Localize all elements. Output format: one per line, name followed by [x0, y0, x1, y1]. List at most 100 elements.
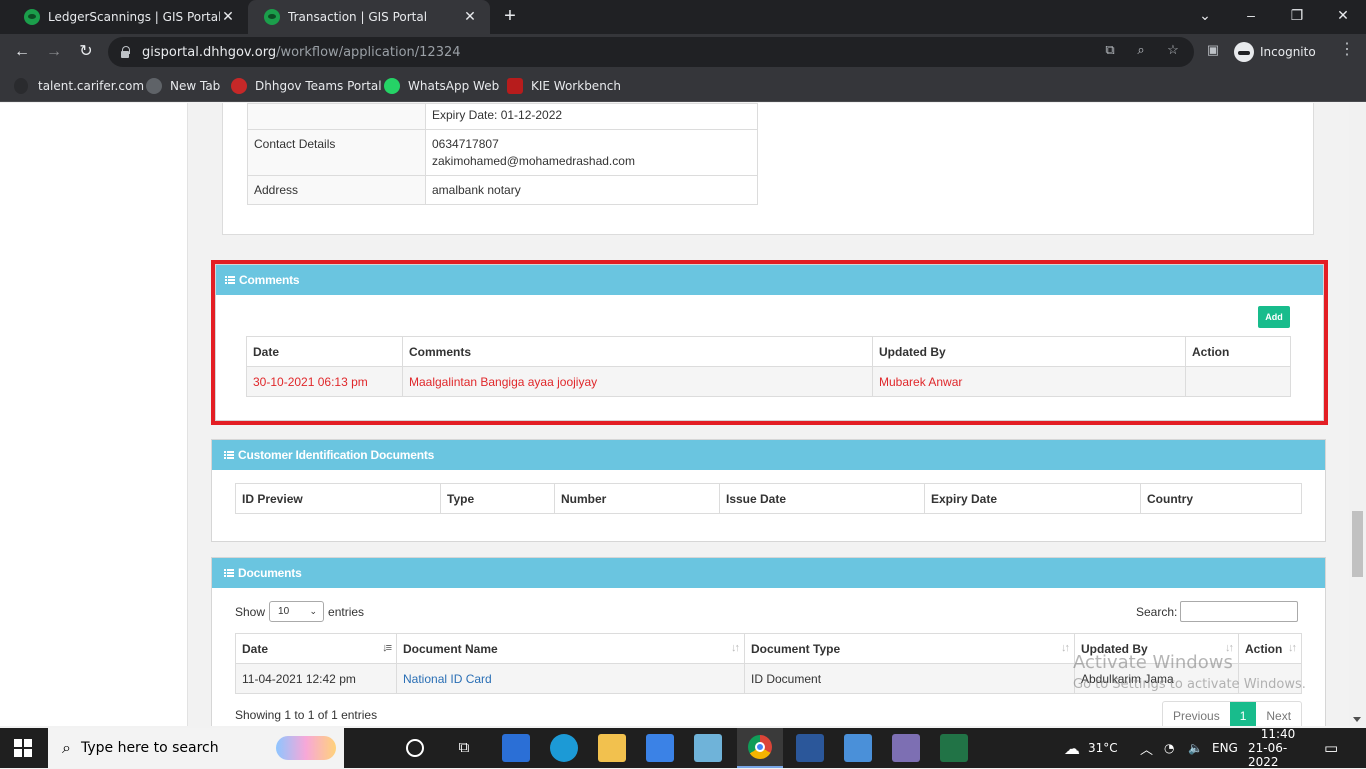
minimize-button[interactable]: –	[1228, 0, 1274, 34]
taskbar-search-box[interactable]: ⌕ Type here to search	[48, 728, 344, 768]
clock[interactable]: 11:40 21-06-2022	[1248, 727, 1308, 769]
bookmark-item[interactable]: KIE Workbench	[507, 76, 621, 96]
close-icon[interactable]: ✕	[220, 9, 236, 25]
column-label: Updated By	[1081, 641, 1148, 656]
bookmark-label: talent.carifer.com	[38, 79, 145, 93]
address-bar[interactable]: gisportal.dhhgov.org/workflow/applicatio…	[108, 37, 1194, 67]
chrome-taskbar-button[interactable]	[737, 728, 783, 768]
column-label: Action	[1245, 641, 1283, 656]
tab-search-icon[interactable]: ⌄	[1182, 0, 1228, 34]
forward-arrow-icon[interactable]: →	[42, 40, 66, 64]
column-header-document-type[interactable]: Document Type ↓↑	[744, 633, 1075, 664]
close-window-button[interactable]: ✕	[1320, 0, 1366, 34]
clock-time: 11:40	[1260, 727, 1296, 741]
weather-widget[interactable]: ☁ 31°C	[1064, 728, 1118, 768]
word-icon[interactable]	[796, 734, 824, 762]
applicant-details-table: Expiry Date: 01-12-2022 Contact Details …	[247, 103, 758, 205]
zoom-icon[interactable]: ⌕	[1132, 41, 1150, 59]
column-header[interactable]: Type	[440, 483, 555, 514]
cortana-icon[interactable]	[406, 739, 424, 757]
contact-details-label: Contact Details	[247, 129, 426, 176]
volume-icon[interactable]: 🔈	[1188, 728, 1203, 768]
task-view-icon[interactable]: ⧉	[454, 738, 474, 758]
bookmark-label: Dhhgov Teams Portal	[255, 79, 382, 93]
next-page-button[interactable]: Next	[1256, 702, 1301, 726]
document-type: ID Document	[744, 663, 1075, 694]
restore-button[interactable]: ❐	[1274, 0, 1320, 34]
sort-icon[interactable]: ↓↑	[1288, 642, 1297, 654]
back-arrow-icon[interactable]: ←	[10, 40, 34, 64]
mail-icon[interactable]	[502, 734, 530, 762]
browser-tab-active[interactable]: Transaction | GIS Portal ✕	[248, 0, 490, 34]
sort-icon[interactable]: ↓↑	[1061, 642, 1070, 654]
chevron-down-icon: ⌄	[309, 606, 318, 616]
bookmark-star-icon[interactable]: ☆	[1164, 41, 1182, 59]
tab-title: LedgerScannings | GIS Portal	[48, 10, 220, 24]
app-icon[interactable]	[694, 734, 722, 762]
column-header-action[interactable]: Action ↓↑	[1238, 633, 1302, 664]
document-name-link[interactable]: National ID Card	[396, 663, 745, 694]
side-panel-icon[interactable]: ▣	[1204, 41, 1222, 59]
file-explorer-icon[interactable]	[598, 734, 626, 762]
pagination: Previous 1 Next	[1162, 701, 1303, 726]
bookmark-label: WhatsApp Web	[408, 79, 500, 93]
bookmark-item[interactable]: WhatsApp Web	[384, 76, 499, 96]
column-header-document-name[interactable]: Document Name ↓↑	[396, 633, 745, 664]
incognito-profile[interactable]: Incognito	[1234, 39, 1316, 65]
column-header-updated-by[interactable]: Updated By ↓↑	[1074, 633, 1239, 664]
document-updated-by: Abdulkarim Jama	[1074, 663, 1239, 694]
close-icon[interactable]: ✕	[462, 9, 478, 25]
reload-icon[interactable]: ↻	[74, 40, 98, 64]
edge-icon[interactable]	[550, 734, 578, 762]
tab-title: Transaction | GIS Portal	[288, 10, 428, 24]
customer-id-documents-panel: Customer Identification Documents ID Pre…	[211, 439, 1326, 542]
network-icon[interactable]: ◔	[1164, 728, 1174, 768]
applicant-details-card: Expiry Date: 01-12-2022 Contact Details …	[222, 103, 1314, 235]
notification-icon[interactable]: ▭	[1324, 728, 1338, 768]
list-icon	[224, 568, 234, 578]
bookmark-item[interactable]: New Tab	[146, 76, 220, 96]
list-icon	[224, 450, 234, 460]
entries-select[interactable]: 10 ⌄	[269, 601, 325, 622]
bookmark-item[interactable]: Dhhgov Teams Portal	[231, 76, 382, 96]
document-date: 11-04-2021 12:42 pm	[235, 663, 397, 694]
documents-header: Documents	[212, 558, 1325, 588]
previous-page-button[interactable]: Previous	[1163, 702, 1230, 726]
column-header[interactable]: ID Preview	[235, 483, 441, 514]
sort-desc-icon[interactable]: ↓≡	[382, 642, 392, 654]
contact-details-value: 0634717807 zakimohamed@mohamedrashad.com	[425, 129, 758, 176]
scrollbar-thumb[interactable]	[1352, 511, 1363, 577]
whatsapp-icon	[384, 78, 400, 94]
sort-icon[interactable]: ↓↑	[1225, 642, 1234, 654]
search-input[interactable]	[1180, 601, 1299, 622]
column-header[interactable]: Number	[554, 483, 720, 514]
windows-start-icon[interactable]	[14, 739, 32, 757]
column-header[interactable]: Country	[1140, 483, 1302, 514]
page-1-button[interactable]: 1	[1229, 702, 1257, 726]
entries-length-control: Show 10 ⌄ entries	[235, 601, 364, 622]
store-icon[interactable]	[646, 734, 674, 762]
search-label: Search:	[1136, 604, 1178, 619]
browser-tab[interactable]: LedgerScannings | GIS Portal ✕	[8, 0, 248, 34]
lock-icon[interactable]	[120, 46, 130, 58]
panel-title: Customer Identification Documents	[238, 448, 435, 462]
tray-chevron-icon[interactable]: ︿	[1140, 728, 1153, 768]
translate-icon[interactable]: ⧉	[1101, 41, 1119, 59]
language-indicator[interactable]: ENG	[1212, 728, 1238, 768]
scroll-down-arrow-icon[interactable]	[1353, 717, 1361, 722]
documents-table: Date ↓≡ Document Name ↓↑ Document Type ↓↑ U…	[235, 633, 1302, 694]
column-header[interactable]: Expiry Date	[924, 483, 1141, 514]
more-menu-icon[interactable]: ⋮	[1338, 41, 1356, 59]
excel-icon[interactable]	[940, 734, 968, 762]
column-header[interactable]: Issue Date	[719, 483, 925, 514]
search-highlight-icon	[276, 736, 336, 760]
new-tab-button[interactable]: +	[498, 4, 522, 28]
weather-temp: 31°C	[1088, 741, 1118, 755]
page-scrollbar[interactable]	[1349, 103, 1366, 726]
photos-icon[interactable]	[844, 734, 872, 762]
paint-icon[interactable]	[892, 734, 920, 762]
sort-icon[interactable]: ↓↑	[731, 642, 740, 654]
bookmark-item[interactable]: talent.carifer.com	[14, 76, 144, 96]
column-label: Date	[242, 641, 269, 656]
column-header-date[interactable]: Date ↓≡	[235, 633, 397, 664]
